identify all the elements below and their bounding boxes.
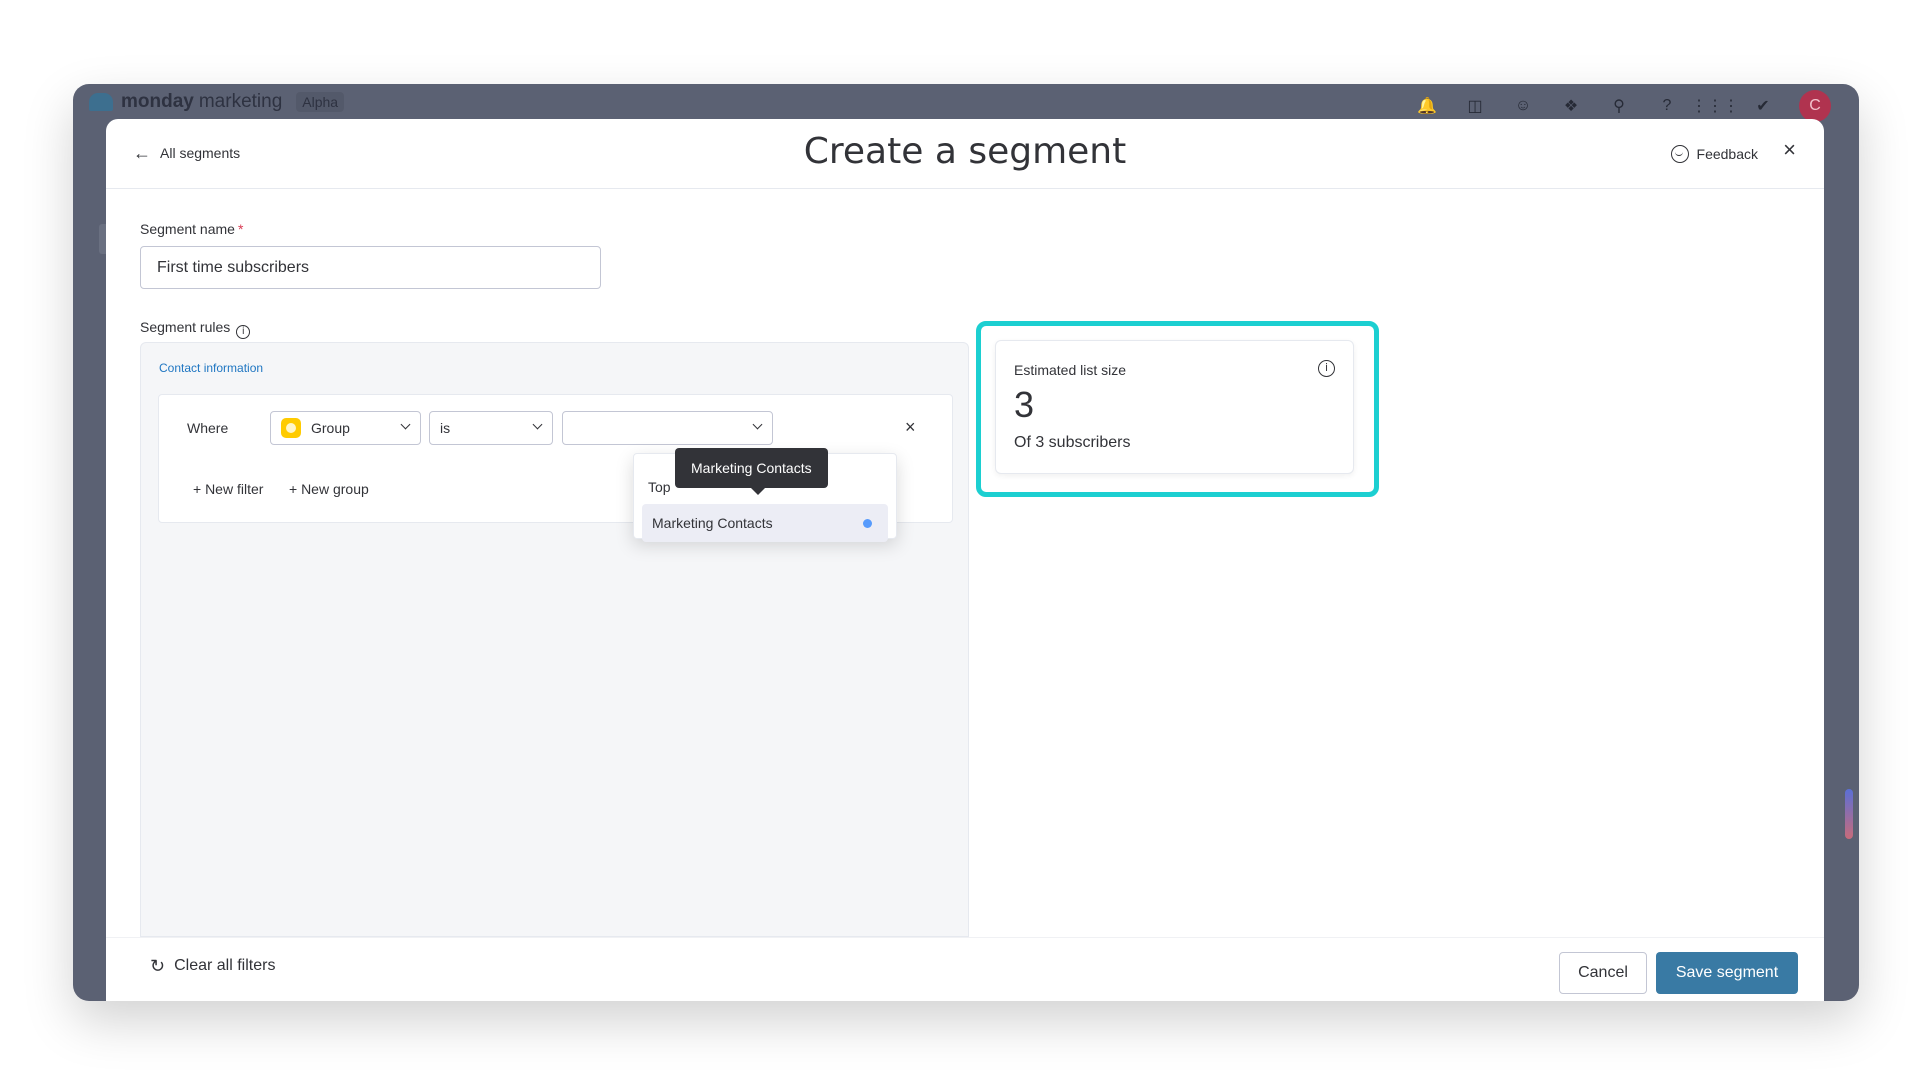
required-asterisk: * [237,221,244,237]
new-filter-button[interactable]: + New filter [193,481,263,497]
chevron-down-icon [752,419,763,430]
estimate-value: 3 [1014,384,1035,425]
alpha-badge: Alpha [296,92,345,112]
group-icon [281,418,301,438]
operator-select-value: is [440,420,451,436]
create-segment-modal: ← All segments Create a segment Feedback… [106,119,1824,1001]
close-icon[interactable]: × [1783,139,1796,161]
segment-rules-label-text: Segment rules [140,319,231,335]
help-icon[interactable]: ? [1655,94,1679,118]
scrollbar[interactable] [1845,789,1853,839]
operator-select[interactable]: is [429,411,553,445]
menu-item-marketing-contacts[interactable]: Marketing Contacts [642,504,888,542]
column-select-value: Group [311,420,350,436]
segment-name-label: Segment name * [140,221,243,237]
segment-rules-label: Segment rules i [140,319,251,339]
feedback-button[interactable]: Feedback [1670,145,1758,163]
menu-item-label: Marketing Contacts [652,515,773,531]
cancel-button[interactable]: Cancel [1559,952,1647,994]
inbox-icon[interactable]: ◫ [1463,94,1487,118]
estimate-subtext: Of 3 subscribers [1014,434,1131,451]
menu-section-label: Top [648,479,671,495]
value-select[interactable] [562,411,773,445]
avatar[interactable]: C [1799,90,1831,122]
segment-name-label-text: Segment name [140,221,235,237]
search-icon[interactable]: ⚲ [1607,94,1631,118]
monday-logo-icon: ✔ [1756,98,1770,115]
modal-header: ← All segments Create a segment Feedback… [106,119,1824,189]
rules-section-heading: Contact information [159,361,264,375]
clear-filters-label: Clear all filters [174,957,276,974]
page-title: Create a segment [803,131,1127,172]
app-brand-product: marketing [198,91,283,112]
tooltip: Marketing Contacts [675,448,828,495]
estimated-list-size-card: Estimated list size i 3 Of 3 subscribers [995,340,1354,474]
feedback-label: Feedback [1696,146,1758,162]
segment-rules-panel: Contact information Where Group is × + N… [140,342,969,937]
refresh-icon: ↻ [150,956,166,976]
column-select[interactable]: Group [270,411,421,445]
clear-all-filters-button[interactable]: ↻ Clear all filters [150,957,275,975]
app-topbar: monday marketing Alpha 🔔 ◫ ☺ ❖ ⚲ ? ⋮⋮⋮ ✔… [73,84,1859,122]
info-icon[interactable]: i [236,325,251,339]
remove-filter-icon[interactable]: × [905,417,916,438]
segment-name-input[interactable] [140,246,601,289]
integrations-icon[interactable]: ❖ [1559,94,1583,118]
chevron-down-icon [532,419,543,430]
modal-footer: ↻ Clear all filters Cancel Save segment [106,937,1824,1001]
chevron-down-icon [400,419,411,430]
apps-grid-icon[interactable]: ⋮⋮⋮ [1691,94,1739,118]
new-group-button[interactable]: + New group [289,481,369,497]
app-brand: monday [121,91,194,112]
estimate-label: Estimated list size [1014,362,1127,378]
topbar-icons: 🔔 ◫ ☺ ❖ ⚲ ? ⋮⋮⋮ ✔ C [1415,90,1831,122]
group-color-dot [863,519,872,528]
bell-icon[interactable]: 🔔 [1415,94,1439,118]
info-icon[interactable]: i [1318,360,1335,377]
feedback-icon [1670,145,1689,163]
monday-logo-icon [89,93,113,111]
where-label: Where [187,420,229,436]
save-segment-button[interactable]: Save segment [1656,952,1798,994]
invite-user-icon[interactable]: ☺ [1511,94,1535,118]
